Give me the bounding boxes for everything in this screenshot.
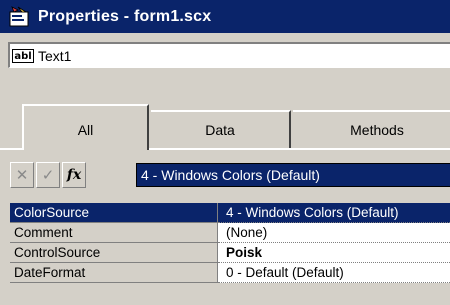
property-name: DateFormat bbox=[10, 263, 218, 283]
tab-methods-label: Methods bbox=[350, 122, 404, 138]
cancel-edit-button[interactable]: ✕ bbox=[10, 162, 34, 188]
object-selector[interactable]: abl Text1 bbox=[8, 42, 450, 68]
close-icon: ✕ bbox=[15, 166, 29, 184]
properties-window-icon bbox=[9, 5, 29, 26]
object-selector-value: Text1 bbox=[38, 47, 72, 64]
property-row[interactable]: ControlSource Poisk bbox=[10, 243, 450, 263]
property-value-text: 4 - Windows Colors (Default) bbox=[141, 167, 320, 183]
tab-methods[interactable]: Methods bbox=[293, 110, 450, 148]
property-value-input[interactable]: 4 - Windows Colors (Default) bbox=[136, 163, 450, 187]
property-grid: ColorSource 4 - Windows Colors (Default)… bbox=[10, 203, 450, 305]
property-name: ColorSource bbox=[10, 203, 218, 223]
check-icon: ✓ bbox=[41, 166, 55, 184]
property-value: 0 - Default (Default) bbox=[218, 263, 450, 283]
property-row[interactable]: DateFormat 0 - Default (Default) bbox=[10, 263, 450, 283]
property-value: (None) bbox=[218, 223, 450, 243]
textbox-icon: abl bbox=[12, 48, 34, 63]
property-value: Poisk bbox=[218, 243, 450, 263]
property-row[interactable]: Comment (None) bbox=[10, 223, 450, 243]
property-name: Comment bbox=[10, 223, 218, 243]
title-bar[interactable]: Properties - form1.scx bbox=[0, 0, 450, 33]
property-name: ControlSource bbox=[10, 243, 218, 263]
property-value: 4 - Windows Colors (Default) bbox=[218, 203, 450, 223]
tab-data-label: Data bbox=[205, 122, 235, 138]
tab-all-label: All bbox=[77, 122, 94, 138]
tab-all[interactable]: All bbox=[22, 104, 149, 150]
function-icon: fx bbox=[66, 167, 82, 183]
property-row[interactable]: ColorSource 4 - Windows Colors (Default) bbox=[10, 203, 450, 223]
tab-data[interactable]: Data bbox=[151, 110, 291, 148]
zoom-expression-button[interactable]: fx bbox=[62, 162, 86, 188]
window-title: Properties - form1.scx bbox=[38, 7, 212, 25]
accept-edit-button[interactable]: ✓ bbox=[36, 162, 60, 188]
